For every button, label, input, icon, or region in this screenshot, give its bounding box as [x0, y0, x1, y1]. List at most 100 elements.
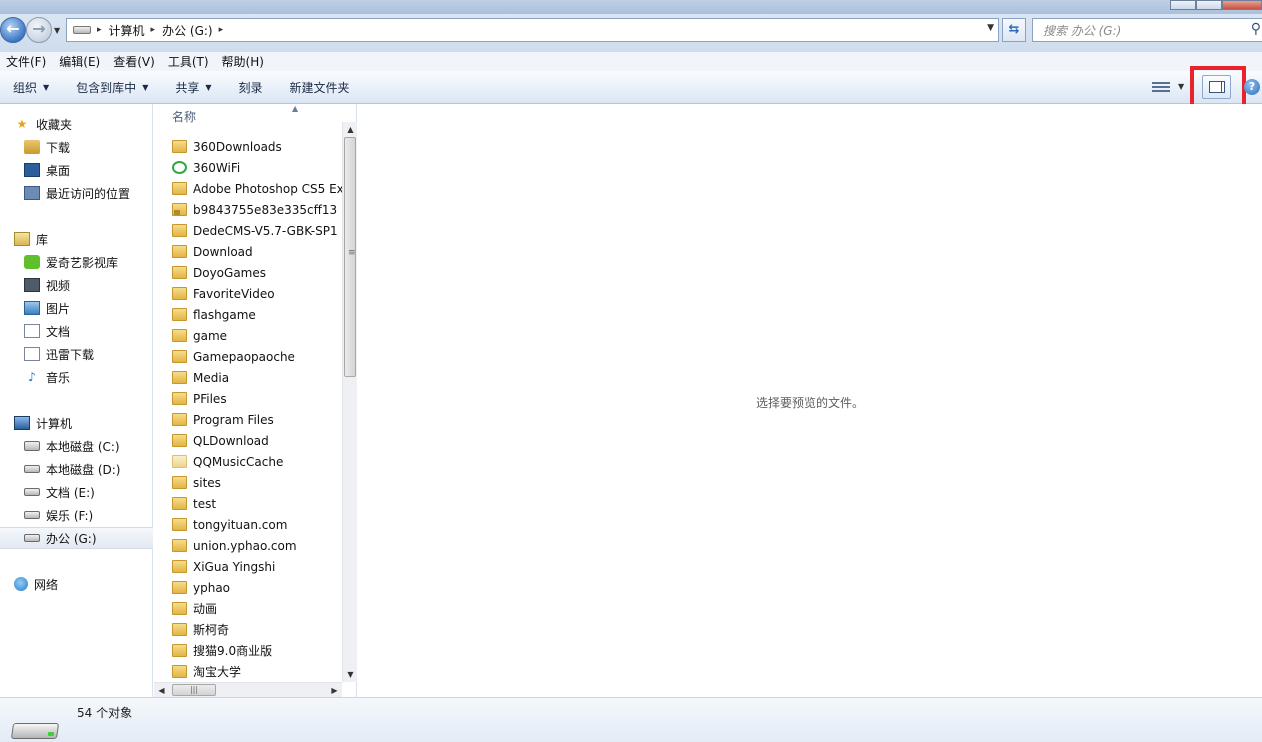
- scrollbar-thumb[interactable]: |||: [172, 684, 216, 696]
- menu-bar: 文件(F) 编辑(E) 查看(V) 工具(T) 帮助(H): [0, 52, 1262, 71]
- folder-icon: [172, 140, 187, 153]
- folder-icon: [172, 245, 187, 258]
- file-name: tongyituan.com: [193, 517, 288, 532]
- folder-icon: [172, 602, 187, 615]
- wifi-folder-icon: [172, 161, 187, 174]
- address-dropdown[interactable]: ▼: [987, 23, 994, 33]
- list-item[interactable]: Adobe Photoshop CS5 Ex: [154, 178, 342, 199]
- list-item[interactable]: QLDownload: [154, 430, 342, 451]
- menu-file[interactable]: 文件(F): [0, 53, 53, 70]
- list-item[interactable]: tongyituan.com: [154, 514, 342, 535]
- list-item[interactable]: 搜猫9.0商业版: [154, 640, 342, 661]
- list-item[interactable]: test: [154, 493, 342, 514]
- folder-icon: [172, 497, 187, 510]
- column-header-label: 名称: [172, 110, 197, 124]
- list-item[interactable]: 斯柯奇: [154, 619, 342, 640]
- vertical-scrollbar[interactable]: ▲ ≡ ▼: [342, 122, 357, 682]
- file-name: FavoriteVideo: [193, 286, 275, 301]
- breadcrumb-computer[interactable]: 计算机: [109, 22, 145, 39]
- close-button[interactable]: [1222, 0, 1262, 10]
- breadcrumb-drive-g[interactable]: 办公 (G:): [162, 22, 213, 39]
- nav-network[interactable]: 网络: [14, 573, 167, 595]
- file-name: Adobe Photoshop CS5 Ex: [193, 181, 342, 196]
- menu-help[interactable]: 帮助(H): [216, 53, 271, 70]
- scroll-right-arrow[interactable]: ▶: [327, 683, 342, 698]
- nav-item-label: 办公 (G:): [46, 531, 97, 546]
- organize-button[interactable]: 组织 ▼: [0, 79, 63, 96]
- list-item[interactable]: sites: [154, 472, 342, 493]
- list-item[interactable]: 360WiFi: [154, 157, 342, 178]
- list-item[interactable]: Gamepaopaoche: [154, 346, 342, 367]
- list-item[interactable]: DedeCMS-V5.7-GBK-SP1: [154, 220, 342, 241]
- scroll-left-arrow[interactable]: ◀: [154, 683, 169, 698]
- list-item[interactable]: 360Downloads: [154, 136, 342, 157]
- nav-computer[interactable]: 计算机: [14, 412, 167, 434]
- chevron-right-icon[interactable]: ▸: [151, 25, 156, 35]
- refresh-button[interactable]: ⇆: [1002, 18, 1026, 42]
- nav-network-label: 网络: [34, 577, 59, 592]
- folder-icon: [172, 581, 187, 594]
- view-options-dropdown[interactable]: ▼: [1178, 82, 1184, 91]
- help-icon[interactable]: ?: [1244, 79, 1260, 95]
- list-item[interactable]: b9843755e83e335cff13: [154, 199, 342, 220]
- scroll-down-arrow[interactable]: ▼: [343, 667, 358, 682]
- list-item[interactable]: union.yphao.com: [154, 535, 342, 556]
- list-item[interactable]: FavoriteVideo: [154, 283, 342, 304]
- search-icon[interactable]: ⚲: [1251, 21, 1261, 37]
- nav-item-label: 最近访问的位置: [46, 186, 131, 201]
- list-item[interactable]: Media: [154, 367, 342, 388]
- chevron-right-icon[interactable]: ▸: [219, 25, 224, 35]
- nav-item-drive-g[interactable]: 办公 (G:): [0, 527, 153, 549]
- command-bar: 组织 ▼ 包含到库中 ▼ 共享 ▼ 刻录 新建文件夹: [0, 71, 1262, 104]
- file-name: QLDownload: [193, 433, 269, 448]
- iqiyi-icon: [24, 255, 40, 269]
- forward-button[interactable]: →: [26, 17, 52, 43]
- menu-view[interactable]: 查看(V): [107, 53, 162, 70]
- folder-icon: [172, 287, 187, 300]
- folder-icon: [172, 182, 187, 195]
- share-button[interactable]: 共享 ▼: [162, 79, 225, 96]
- library-icon: [14, 232, 30, 246]
- chevron-right-icon[interactable]: ▸: [97, 25, 102, 35]
- list-item[interactable]: XiGua Yingshi: [154, 556, 342, 577]
- list-item[interactable]: yphao: [154, 577, 342, 598]
- folder-icon: [172, 224, 187, 237]
- burn-button[interactable]: 刻录: [226, 79, 277, 96]
- nav-favorites[interactable]: ★ 收藏夹: [14, 113, 167, 135]
- list-item[interactable]: DoyoGames: [154, 262, 342, 283]
- address-input[interactable]: ▸ 计算机 ▸ 办公 (G:) ▸ ▼: [66, 18, 999, 42]
- list-item[interactable]: 淘宝大学: [154, 661, 342, 682]
- chevron-down-icon: ▼: [142, 82, 149, 92]
- file-name: PFiles: [193, 391, 227, 406]
- menu-edit[interactable]: 编辑(E): [53, 53, 107, 70]
- file-list-pane: 名称 ▲ 360Downloads 360WiFi Adobe Photoshop…: [154, 104, 357, 697]
- menu-tools[interactable]: 工具(T): [162, 53, 216, 70]
- nav-libraries[interactable]: 库: [14, 228, 167, 250]
- status-bar: [0, 697, 1262, 742]
- include-in-library-button[interactable]: 包含到库中 ▼: [63, 79, 162, 96]
- back-button[interactable]: ←: [0, 17, 26, 43]
- search-input[interactable]: 搜索 办公 (G:) ⚲: [1032, 18, 1262, 42]
- horizontal-scrollbar[interactable]: ◀ ||| ▶: [154, 682, 342, 697]
- scroll-up-arrow[interactable]: ▲: [343, 122, 358, 137]
- maximize-button[interactable]: [1196, 0, 1222, 10]
- list-item[interactable]: flashgame: [154, 304, 342, 325]
- change-view-icon[interactable]: [1152, 80, 1170, 94]
- folder-icon: [172, 371, 187, 384]
- list-item[interactable]: Download: [154, 241, 342, 262]
- file-name: 淘宝大学: [193, 665, 242, 679]
- new-folder-button[interactable]: 新建文件夹: [277, 79, 364, 96]
- recent-pages-dropdown[interactable]: ▼: [54, 26, 60, 35]
- list-item[interactable]: QQMusicCache: [154, 451, 342, 472]
- list-item[interactable]: Program Files: [154, 409, 342, 430]
- list-item[interactable]: PFiles: [154, 388, 342, 409]
- minimize-button[interactable]: [1170, 0, 1196, 10]
- list-item[interactable]: game: [154, 325, 342, 346]
- folder-icon: [172, 266, 187, 279]
- nav-item-label: 图片: [46, 301, 71, 316]
- column-header-name[interactable]: 名称 ▲: [154, 104, 342, 130]
- scrollbar-thumb[interactable]: ≡: [344, 137, 356, 377]
- file-name: 360Downloads: [193, 139, 282, 154]
- list-item[interactable]: 动画: [154, 598, 342, 619]
- recent-places-icon: [24, 186, 40, 200]
